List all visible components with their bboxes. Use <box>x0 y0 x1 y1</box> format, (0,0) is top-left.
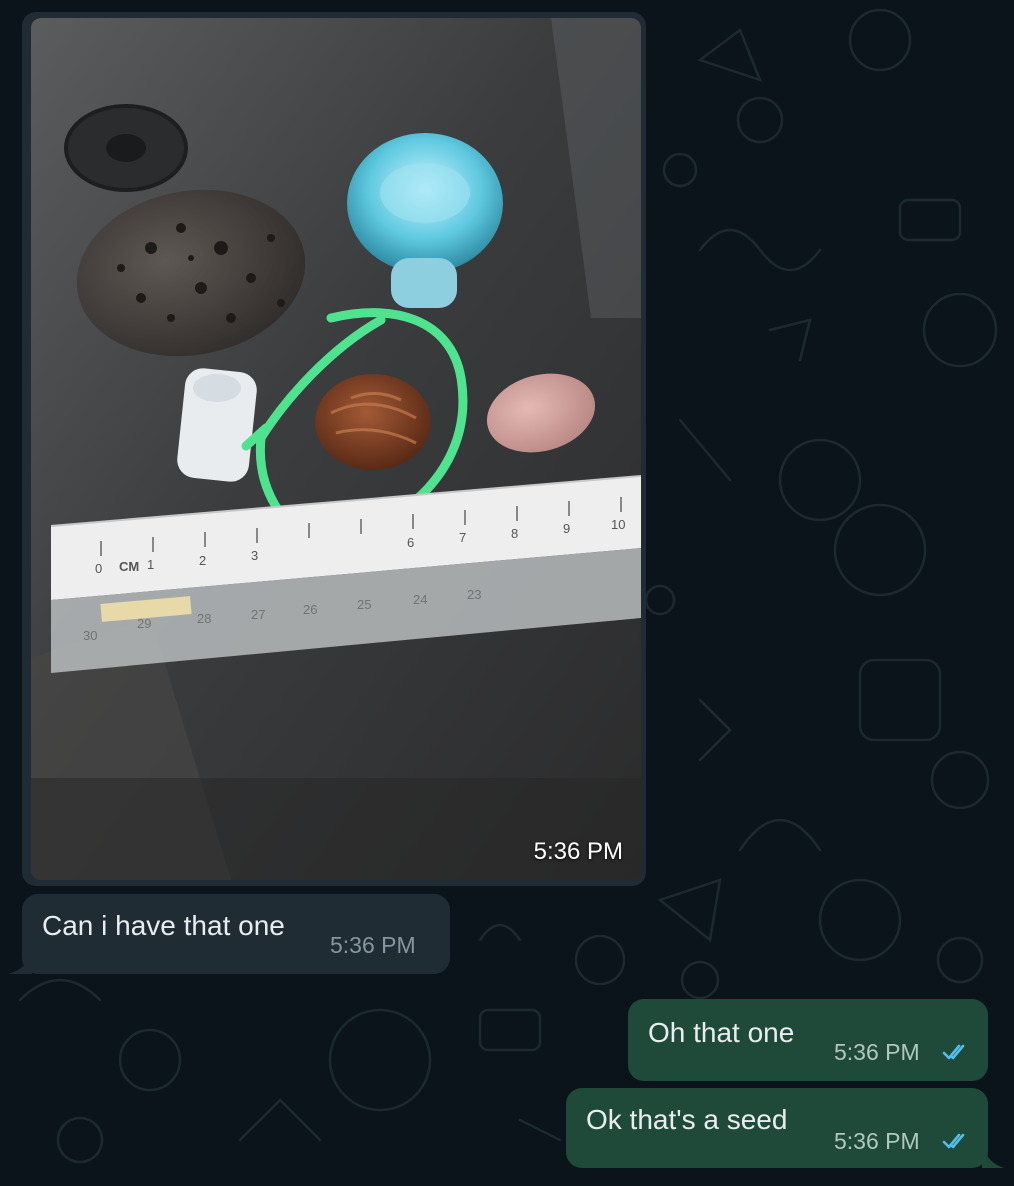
message-text: Can i have that one <box>42 910 285 941</box>
ruler-mark: 3 <box>251 548 258 563</box>
ruler-mark: 29 <box>137 616 151 631</box>
ruler-mark: 9 <box>563 521 570 536</box>
ruler-mark: 8 <box>511 526 518 541</box>
incoming-message-bubble: Can i have that one 5:36 PM <box>22 894 450 974</box>
outgoing-message-bubble: Oh that one 5:36 PM <box>628 999 988 1081</box>
message-time: 5:36 PM <box>834 1128 920 1154</box>
ruler-mark: 0 <box>95 561 102 576</box>
photo-content: 0 CM 1 2 3 6 7 8 9 10 30 29 28 27 26 25 … <box>31 18 641 880</box>
ruler-mark: 6 <box>407 535 414 550</box>
ruler-mark: 7 <box>459 530 466 545</box>
image-message-bubble: 0 CM 1 2 3 6 7 8 9 10 30 29 28 27 26 25 … <box>22 12 646 886</box>
ruler-mark: 30 <box>83 628 97 643</box>
message-text: Oh that one <box>648 1017 795 1048</box>
bubble-tail <box>8 952 32 974</box>
ruler-mark: 24 <box>413 592 427 607</box>
ruler-mark: 28 <box>197 611 211 626</box>
ruler-mark: 1 <box>147 557 154 572</box>
ruler-mark: CM <box>119 559 139 574</box>
outgoing-message-bubble: Ok that's a seed 5:36 PM <box>566 1088 988 1168</box>
ruler-mark: 10 <box>611 517 625 532</box>
bubble-tail <box>982 1144 1004 1168</box>
message-time: 5:36 PM <box>834 1039 920 1065</box>
double-check-icon <box>942 1133 965 1149</box>
ruler-mark: 25 <box>357 597 371 612</box>
ruler-mark: 23 <box>467 587 481 602</box>
ruler-mark: 27 <box>251 607 265 622</box>
ruler-mark: 26 <box>303 602 317 617</box>
message-time: 5:36 PM <box>330 932 416 958</box>
ruler-mark: 2 <box>199 553 206 568</box>
shared-photo[interactable]: 0 CM 1 2 3 6 7 8 9 10 30 29 28 27 26 25 … <box>31 18 641 880</box>
message-text: Ok that's a seed <box>586 1104 788 1135</box>
image-timestamp: 5:36 PM <box>533 838 623 865</box>
double-check-icon <box>942 1044 965 1060</box>
